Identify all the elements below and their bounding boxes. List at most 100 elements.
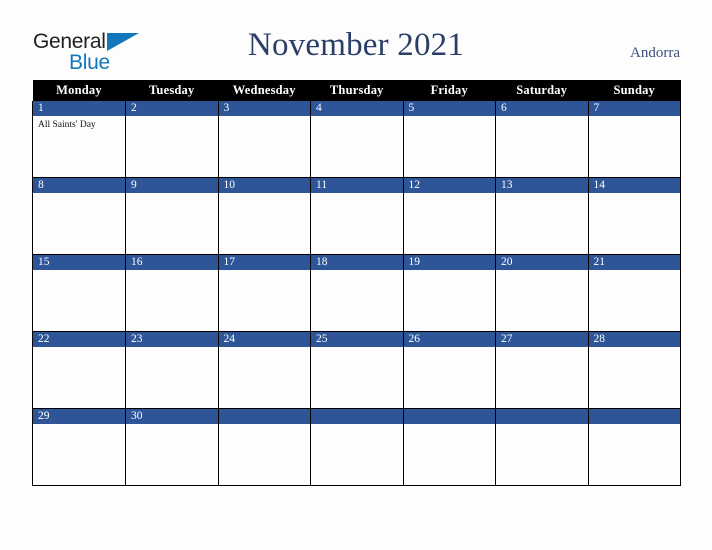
day-number: 18 — [311, 255, 403, 270]
day-events — [33, 424, 125, 427]
day-events — [589, 193, 681, 196]
calendar-day-cell-20[interactable]: 20 — [495, 254, 589, 332]
calendar-day-cell-18[interactable]: 18 — [310, 254, 404, 332]
calendar-day-cell-14[interactable]: 14 — [587, 177, 681, 255]
day-number — [588, 409, 680, 424]
calendar-day-cell-28[interactable]: 28 — [587, 331, 681, 409]
calendar-week-row: 29 30 — [32, 408, 681, 486]
day-events — [589, 347, 681, 350]
calendar-day-cell-16[interactable]: 16 — [125, 254, 219, 332]
day-events — [33, 193, 125, 196]
day-number: 16 — [126, 255, 218, 270]
day-number: 3 — [218, 101, 310, 116]
day-number: 25 — [311, 332, 403, 347]
day-number: 22 — [33, 332, 125, 347]
calendar-day-cell-27[interactable]: 27 — [495, 331, 589, 409]
calendar-day-cell-9[interactable]: 9 — [125, 177, 219, 255]
day-number: 2 — [126, 101, 218, 116]
calendar-day-cell-24[interactable]: 24 — [217, 331, 311, 409]
weekday-header-monday: Monday — [32, 80, 126, 101]
calendar-day-cell-26[interactable]: 26 — [402, 331, 496, 409]
day-events — [404, 270, 496, 273]
calendar-grid: Monday Tuesday Wednesday Thursday Friday Satu… — [32, 80, 681, 486]
day-events — [496, 270, 588, 273]
day-number: 11 — [311, 178, 403, 193]
day-events — [589, 270, 681, 273]
day-number — [311, 409, 403, 424]
day-number: 6 — [496, 101, 588, 116]
day-events — [126, 424, 218, 427]
day-number: 20 — [496, 255, 588, 270]
calendar-day-cell-19[interactable]: 19 — [402, 254, 496, 332]
day-events — [311, 424, 403, 427]
day-number: 1 — [33, 101, 125, 116]
calendar-week-row: 15 16 17 18 19 20 21 — [32, 254, 681, 332]
day-number: 30 — [126, 409, 218, 424]
day-events — [311, 193, 403, 196]
calendar-day-cell-22[interactable]: 22 — [32, 331, 126, 409]
day-events — [496, 116, 588, 119]
day-events — [311, 270, 403, 273]
calendar-day-cell-29[interactable]: 29 — [32, 408, 126, 486]
day-number: 7 — [588, 101, 680, 116]
day-number: 24 — [218, 332, 310, 347]
calendar-day-cell-1[interactable]: 1 All Saints' Day — [32, 101, 126, 178]
day-events — [219, 424, 311, 427]
day-events — [589, 116, 681, 119]
calendar-day-cell-12[interactable]: 12 — [402, 177, 496, 255]
day-events — [311, 347, 403, 350]
calendar-day-cell-empty[interactable] — [310, 408, 404, 486]
calendar-day-cell-17[interactable]: 17 — [217, 254, 311, 332]
day-events: All Saints' Day — [33, 116, 125, 131]
calendar-day-cell-6[interactable]: 6 — [495, 101, 589, 178]
calendar-day-cell-8[interactable]: 8 — [32, 177, 126, 255]
day-number — [218, 409, 310, 424]
calendar-day-cell-13[interactable]: 13 — [495, 177, 589, 255]
day-events — [404, 424, 496, 427]
day-number: 26 — [403, 332, 495, 347]
page-title: November 2021 — [247, 27, 465, 63]
calendar-day-cell-4[interactable]: 4 — [310, 101, 404, 178]
day-events — [126, 270, 218, 273]
day-number: 15 — [33, 255, 125, 270]
day-events — [404, 193, 496, 196]
calendar-day-cell-15[interactable]: 15 — [32, 254, 126, 332]
country-label: Andorra — [630, 45, 680, 61]
day-events — [311, 116, 403, 119]
calendar-day-cell-23[interactable]: 23 — [125, 331, 219, 409]
calendar-day-cell-7[interactable]: 7 — [587, 101, 681, 178]
day-number: 9 — [126, 178, 218, 193]
day-events — [404, 347, 496, 350]
weekday-header-sunday: Sunday — [588, 80, 681, 101]
day-events — [219, 347, 311, 350]
day-events — [126, 116, 218, 119]
calendar-day-cell-30[interactable]: 30 — [125, 408, 219, 486]
calendar-day-cell-21[interactable]: 21 — [587, 254, 681, 332]
weekday-header-thursday: Thursday — [310, 80, 403, 101]
day-number — [496, 409, 588, 424]
day-events — [219, 116, 311, 119]
calendar-day-cell-25[interactable]: 25 — [310, 331, 404, 409]
day-events — [219, 270, 311, 273]
calendar-day-cell-11[interactable]: 11 — [310, 177, 404, 255]
day-number: 13 — [496, 178, 588, 193]
day-number: 27 — [496, 332, 588, 347]
day-number: 8 — [33, 178, 125, 193]
weekday-header-tuesday: Tuesday — [125, 80, 218, 101]
day-events — [589, 424, 681, 427]
calendar-day-cell-5[interactable]: 5 — [402, 101, 496, 178]
holiday-label: All Saints' Day — [38, 120, 96, 130]
calendar-day-cell-empty[interactable] — [402, 408, 496, 486]
calendar-week-row: 22 23 24 25 26 27 28 — [32, 331, 681, 409]
calendar-day-cell-10[interactable]: 10 — [217, 177, 311, 255]
calendar-day-cell-empty[interactable] — [495, 408, 589, 486]
calendar-day-cell-2[interactable]: 2 — [125, 101, 219, 178]
weekday-header-wednesday: Wednesday — [218, 80, 311, 101]
calendar-day-cell-empty[interactable] — [217, 408, 311, 486]
calendar-day-cell-empty[interactable] — [587, 408, 681, 486]
day-events — [496, 193, 588, 196]
day-number: 10 — [218, 178, 310, 193]
day-events — [33, 347, 125, 350]
calendar-day-cell-3[interactable]: 3 — [217, 101, 311, 178]
weekday-header-saturday: Saturday — [495, 80, 588, 101]
